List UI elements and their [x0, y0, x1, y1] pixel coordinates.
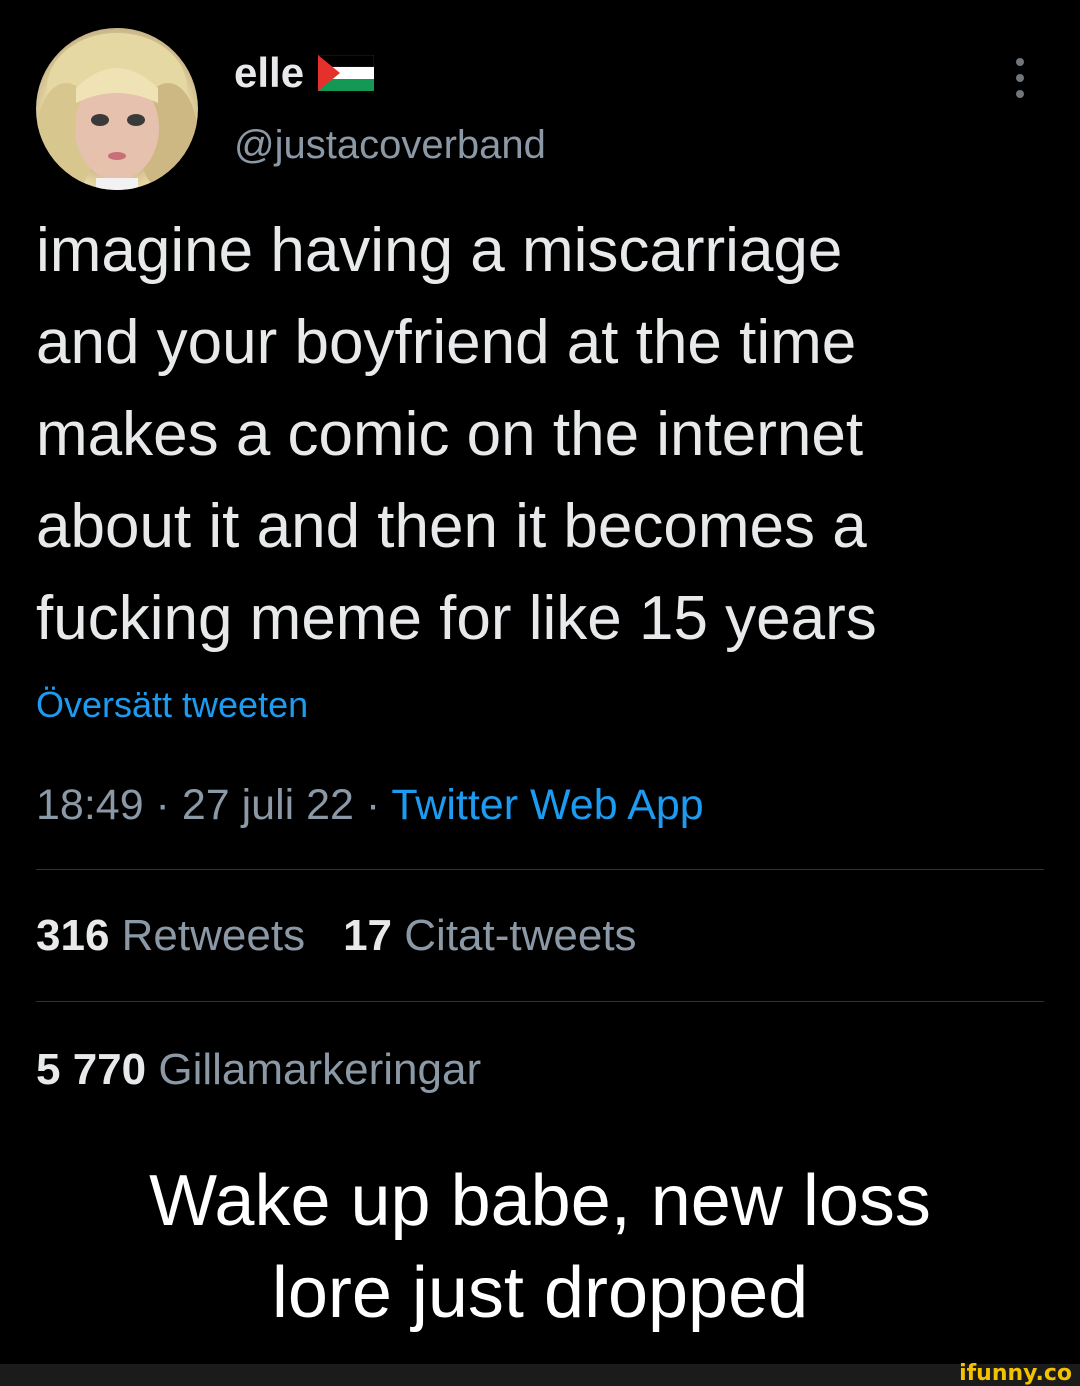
tweet-source-link[interactable]: Twitter Web App	[391, 781, 703, 829]
tweet-text: imagine having a miscarriage and your bo…	[36, 205, 1046, 665]
divider	[36, 869, 1044, 870]
meme-caption: Wake up babe, new loss lore just dropped	[0, 1155, 1080, 1339]
separator: ·	[353, 781, 392, 829]
tweet-line: imagine having a miscarriage	[36, 216, 843, 285]
tweet-date[interactable]: 27 juli 22	[182, 781, 354, 829]
footer-bar	[0, 1364, 1080, 1386]
caption-line: lore just dropped	[271, 1253, 809, 1333]
retweets-label: Retweets	[121, 911, 306, 960]
separator: ·	[143, 781, 182, 829]
user-handle[interactable]: @justacoverband	[234, 120, 546, 170]
quote-tweets-stat[interactable]: 17 Citat-tweets	[343, 911, 636, 960]
ifunny-watermark: ifunny.co	[959, 1361, 1072, 1386]
tweet-metadata: 18:49 · 27 juli 22 · Twitter Web App	[36, 778, 704, 832]
tweet-line: and your boyfriend at the time	[36, 308, 857, 377]
palestine-flag-icon	[318, 55, 375, 91]
engagement-row: 316 Retweets 17 Citat-tweets	[36, 908, 637, 964]
quote-tweets-label: Citat-tweets	[404, 911, 637, 960]
avatar-image	[36, 33, 198, 190]
more-options-icon[interactable]	[1008, 58, 1032, 98]
user-name-row[interactable]: elle	[234, 48, 375, 98]
tweet-line: makes a comic on the internet	[36, 400, 864, 469]
translate-tweet-link[interactable]: Översätt tweeten	[36, 682, 308, 728]
tweet-line: fucking meme for like 15 years	[36, 584, 877, 653]
divider	[36, 1001, 1044, 1002]
likes-stat[interactable]: 5 770 Gillamarkeringar	[36, 1045, 481, 1094]
display-name[interactable]: elle	[234, 48, 304, 98]
quote-tweets-count: 17	[343, 911, 393, 960]
tweet-time[interactable]: 18:49	[36, 781, 144, 829]
likes-row: 5 770 Gillamarkeringar	[36, 1042, 481, 1098]
retweets-stat[interactable]: 316 Retweets	[36, 911, 305, 960]
retweets-count: 316	[36, 911, 110, 960]
tweet-line: about it and then it becomes a	[36, 492, 867, 561]
caption-line: Wake up babe, new loss	[149, 1161, 931, 1241]
likes-count: 5 770	[36, 1045, 147, 1094]
likes-label: Gillamarkeringar	[158, 1045, 482, 1094]
avatar[interactable]	[36, 28, 198, 190]
